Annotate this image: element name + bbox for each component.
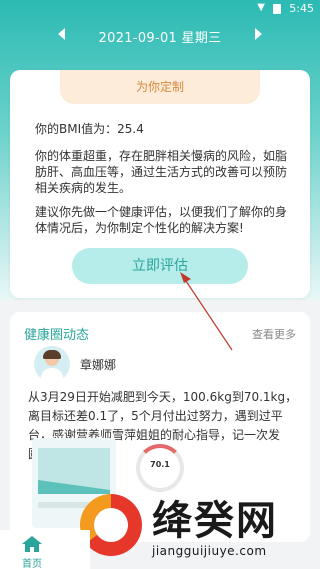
tab-bar: 首页	[0, 530, 90, 569]
feed-more-link[interactable]: 查看更多	[252, 326, 296, 342]
battery-icon	[273, 4, 281, 14]
assess-now-button[interactable]: 立即评估	[72, 248, 248, 284]
wifi-icon: ▼	[257, 2, 265, 13]
status-time: 5:45	[289, 2, 314, 15]
current-date: 2021-09-01 星期三	[98, 31, 222, 46]
post-username[interactable]: 章娜娜	[80, 356, 116, 373]
next-day-icon[interactable]	[255, 28, 262, 40]
watermark-title: 绛癸网	[152, 497, 278, 544]
card-tab: 为你定制	[60, 70, 260, 104]
avatar[interactable]	[34, 346, 70, 382]
card-tab-label: 为你定制	[135, 80, 184, 94]
avatar-body	[41, 368, 63, 382]
watermark-url: jiangguijiuye.com	[152, 544, 267, 558]
bmi-value: 你的BMI值为：25.4	[35, 122, 144, 136]
home-icon[interactable]	[22, 536, 42, 552]
watermark: 绛癸网 jiangguijiuye.com	[68, 488, 320, 569]
avatar-hair	[43, 350, 61, 359]
gauge-value: 70.1	[150, 460, 170, 469]
feed-title: 健康圈动态	[24, 328, 90, 343]
status-bar: ▼ 5:45	[0, 0, 320, 18]
home-icon-shape	[22, 536, 42, 552]
assessment-suggestion: 建议你先做一个健康评估，以便我们了解你的身体情况后，为你制定个性化的解决方案!	[35, 205, 288, 235]
risk-description: 你的体重超重，存在肥胖相关慢病的风险，如脂肪肝、高血压等，通过生活方式的改善可以…	[35, 149, 288, 195]
custom-plan-card: 为你定制 你的BMI值为：25.4 你的体重超重，存在肥胖相关慢病的风险，如脂肪…	[10, 70, 310, 298]
tab-home-label[interactable]: 首页	[0, 555, 64, 569]
date-navigator: 2021-09-01 星期三	[0, 24, 320, 48]
